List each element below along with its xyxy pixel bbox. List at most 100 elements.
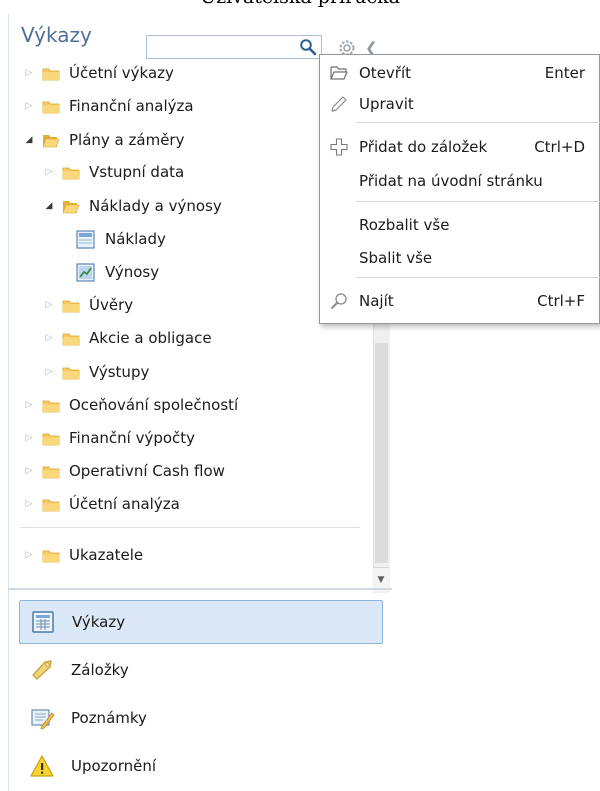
menu-item-najit[interactable]: Najít Ctrl+F xyxy=(320,286,600,316)
menu-item-otevrit[interactable]: Otevřít Enter xyxy=(320,58,600,88)
tree-item-ukazatele[interactable]: ▷ Ukazatele xyxy=(22,542,144,568)
tree-item-uvery[interactable]: ▷ Úvěry xyxy=(42,292,134,318)
tree-item-label: Výstupy xyxy=(89,363,150,381)
tree-separator xyxy=(20,527,360,528)
menu-item-pridat-do-zalozek[interactable]: Přidat do záložek Ctrl+D xyxy=(320,132,600,162)
tree-item-vstupni-data[interactable]: ▷ Vstupní data xyxy=(42,159,185,185)
warning-icon xyxy=(30,755,54,777)
folder-icon xyxy=(42,68,60,80)
open-folder-icon xyxy=(42,134,60,147)
collapse-arrow-icon[interactable]: ◢ xyxy=(22,133,36,147)
tree-item-vynosy[interactable]: Výnosy xyxy=(76,259,159,285)
search-icon[interactable] xyxy=(299,38,317,56)
menu-item-sbalit-vse[interactable]: Sbalit vše xyxy=(320,243,600,273)
tree-item-label: Ukazatele xyxy=(69,546,144,564)
menu-item-shortcut: Enter xyxy=(544,64,585,82)
tree-item-ucetni-vykazy[interactable]: ▷ Účetní výkazy xyxy=(22,60,174,86)
tree-item-label: Účetní analýza xyxy=(69,495,180,513)
tree-item-label: Akcie a obligace xyxy=(89,329,212,347)
scrollbar-thumb[interactable] xyxy=(375,343,388,563)
expand-arrow-icon[interactable]: ▷ xyxy=(22,497,36,511)
menu-separator xyxy=(356,122,600,123)
search-input[interactable] xyxy=(146,35,322,59)
expand-arrow-icon[interactable]: ▷ xyxy=(22,464,36,478)
tree-item-label: Oceňování společností xyxy=(69,396,239,414)
menu-item-shortcut: Ctrl+D xyxy=(534,138,585,156)
folder-icon xyxy=(42,101,60,113)
report-chart-icon xyxy=(76,262,95,282)
tree-item-label: Úvěry xyxy=(89,296,134,314)
nav-button-vykazy[interactable]: Výkazy xyxy=(19,600,383,644)
tree-item-label: Vstupní data xyxy=(89,163,185,181)
expand-arrow-icon[interactable]: ▷ xyxy=(42,365,56,379)
expand-arrow-icon[interactable]: ▷ xyxy=(22,548,36,562)
folder-icon xyxy=(42,550,60,562)
tree-item-label: Výnosy xyxy=(105,263,160,281)
folder-icon xyxy=(62,300,80,312)
collapse-arrow-icon[interactable]: ◢ xyxy=(42,199,56,213)
menu-item-label: Přidat do záložek xyxy=(359,138,488,156)
nav-button-upozorneni[interactable]: Upozornění xyxy=(19,744,383,788)
folder-icon xyxy=(42,499,60,511)
nav-button-label: Poznámky xyxy=(71,709,147,727)
tree-item-label: Finanční výpočty xyxy=(69,429,196,447)
panel-title: Výkazy xyxy=(21,23,92,47)
tree-item-financni-vypocty[interactable]: ▷ Finanční výpočty xyxy=(22,425,196,451)
tree-item-operativni-cash-flow[interactable]: ▷ Operativní Cash flow xyxy=(22,458,225,484)
page-caption: Uživatelská příručka xyxy=(0,0,600,8)
menu-item-label: Najít xyxy=(359,292,394,310)
tree-item-label: Náklady xyxy=(105,230,166,248)
tree-item-financni-analyza[interactable]: ▷ Finanční analýza xyxy=(22,93,194,119)
folder-icon xyxy=(62,367,80,379)
folder-icon xyxy=(42,466,60,478)
menu-item-label: Rozbalit vše xyxy=(359,216,450,234)
reports-icon xyxy=(32,611,54,633)
bookmark-tag-icon xyxy=(32,660,52,680)
nav-button-zalozky[interactable]: Záložky xyxy=(19,648,383,692)
tree-item-ucetni-analyza[interactable]: ▷ Účetní analýza xyxy=(22,491,180,517)
note-icon xyxy=(31,709,55,730)
tree-item-label: Operativní Cash flow xyxy=(69,462,225,480)
tree-item-plany-a-zamery[interactable]: ◢ Plány a záměry xyxy=(22,127,185,153)
nav-button-label: Záložky xyxy=(71,661,129,679)
add-bookmark-icon xyxy=(330,138,348,156)
menu-item-shortcut: Ctrl+F xyxy=(537,292,585,310)
expand-arrow-icon[interactable]: ▷ xyxy=(42,165,56,179)
expand-arrow-icon[interactable]: ▷ xyxy=(22,398,36,412)
find-icon xyxy=(331,293,347,309)
tree-item-naklady-a-vynosy[interactable]: ◢ Náklady a výnosy xyxy=(42,193,222,219)
expand-arrow-icon[interactable]: ▷ xyxy=(42,298,56,312)
tree-item-vystupy[interactable]: ▷ Výstupy xyxy=(42,359,150,385)
folder-icon xyxy=(42,433,60,445)
menu-separator xyxy=(356,201,600,202)
expand-arrow-icon[interactable]: ▷ xyxy=(22,66,36,80)
folder-icon xyxy=(42,400,60,412)
menu-separator xyxy=(356,277,600,278)
folder-icon xyxy=(62,167,80,179)
menu-item-pridat-na-uvodni-stranku[interactable]: Přidat na úvodní stránku xyxy=(320,166,600,196)
menu-item-rozbalit-vse[interactable]: Rozbalit vše xyxy=(320,210,600,240)
open-folder-icon xyxy=(62,200,80,213)
expand-arrow-icon[interactable]: ▷ xyxy=(42,331,56,345)
report-document-icon xyxy=(76,229,95,249)
context-menu: Otevřít Enter Upravit Přidat do záložek … xyxy=(319,54,600,324)
expand-arrow-icon[interactable]: ▷ xyxy=(22,99,36,113)
open-folder-icon xyxy=(330,66,348,80)
menu-item-label: Otevřít xyxy=(359,64,412,82)
menu-item-upravit[interactable]: Upravit xyxy=(320,89,600,119)
tree-item-label: Náklady a výnosy xyxy=(89,197,222,215)
expand-arrow-icon[interactable]: ▷ xyxy=(22,431,36,445)
nav-button-label: Výkazy xyxy=(72,613,126,631)
menu-item-label: Upravit xyxy=(359,95,414,113)
tree-item-akcie-a-obligace[interactable]: ▷ Akcie a obligace xyxy=(42,325,212,351)
tree-item-ocenovani-spolecnosti[interactable]: ▷ Oceňování společností xyxy=(22,392,239,418)
tree-item-naklady[interactable]: Náklady xyxy=(76,226,166,252)
tree-item-label: Účetní výkazy xyxy=(69,64,174,82)
nav-button-poznamky[interactable]: Poznámky xyxy=(19,696,383,740)
tree-item-label: Finanční analýza xyxy=(69,97,194,115)
menu-item-label: Přidat na úvodní stránku xyxy=(359,172,543,190)
panel-splitter[interactable] xyxy=(8,588,392,590)
nav-button-label: Upozornění xyxy=(71,757,157,775)
tree-item-label: Plány a záměry xyxy=(69,131,185,149)
folder-icon xyxy=(62,333,80,345)
